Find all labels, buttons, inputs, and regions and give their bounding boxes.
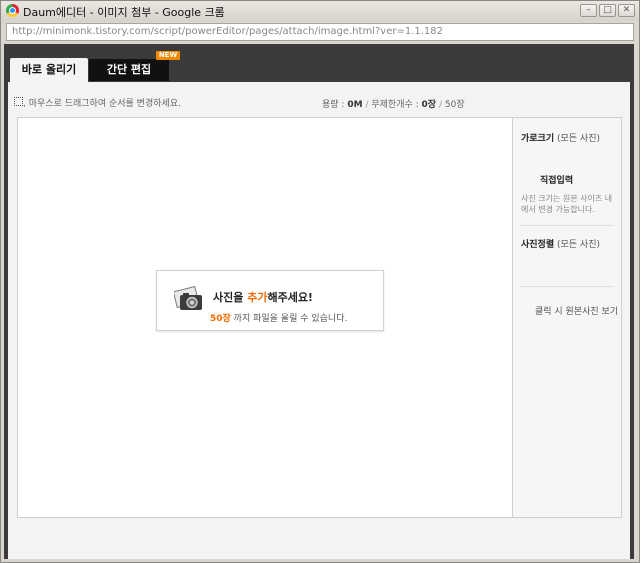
add-photo-title: 사진을 추가해주세요! (213, 289, 313, 305)
tab-upload[interactable]: 바로 올리기 (10, 58, 88, 82)
maximize-button[interactable]: □ (599, 4, 616, 17)
minimize-button[interactable]: – (580, 4, 597, 17)
divider (520, 225, 613, 226)
drag-icon (14, 97, 23, 106)
direct-input-button[interactable]: 직접입력 (540, 173, 573, 186)
limit-text: 까지 파일을 올릴 수 있습니다. (230, 314, 348, 324)
upload-status: 용량 : 0M / 무제한개수 : 0장 / 50장 (322, 97, 465, 110)
limit-highlight: 50장 (210, 314, 231, 324)
url-text: http://minimonk.tistory.com/script/power… (12, 26, 444, 37)
window-title: Daum에디터 - 이미지 첨부 - Google 크롬 (23, 6, 225, 19)
separator: / (365, 100, 369, 110)
capacity-value: 0M (347, 100, 363, 110)
width-label: 가로크기 (521, 134, 555, 144)
address-bar[interactable]: http://minimonk.tistory.com/script/power… (6, 23, 634, 41)
click-original-option[interactable]: 클릭 시 원본사진 보기 (535, 304, 618, 317)
chrome-icon (6, 4, 19, 17)
drag-hint: 마우스로 드래그하여 순서를 변경하세요. (23, 96, 181, 109)
align-scope: (모든 사진) (557, 240, 601, 250)
width-option[interactable]: 가로크기 (모든 사진) (521, 131, 600, 144)
title-bar[interactable]: Daum에디터 - 이미지 첨부 - Google 크롬 – □ ✕ (1, 1, 639, 21)
align-option[interactable]: 사진정렬 (모든 사진) (521, 237, 600, 250)
unlimited-text: 무제한 (371, 100, 397, 110)
width-scope: (모든 사진) (557, 134, 601, 144)
size-description: 사진 크기는 원본 사이즈 내에서 변경 가능합니다. (521, 194, 613, 214)
new-badge: NEW (156, 51, 180, 60)
align-label: 사진정렬 (521, 240, 555, 250)
capacity-label: 용량 : (322, 100, 345, 110)
count-label: 개수 : (396, 100, 419, 110)
separator: / (438, 100, 443, 110)
title-highlight: 추가 (247, 291, 268, 304)
close-button[interactable]: ✕ (618, 4, 635, 17)
divider (520, 286, 613, 287)
tab-simple-edit[interactable]: 간단 편집 (89, 59, 169, 81)
title-text: 해주세요! (267, 291, 313, 304)
options-sidebar: 가로크기 (모든 사진) 직접입력 사진 크기는 원본 사이즈 내에서 변경 가… (512, 117, 622, 518)
count-max: 50장 (444, 100, 465, 110)
camera-icon (174, 286, 202, 310)
add-photo-limit: 50장 까지 파일을 올릴 수 있습니다. (210, 311, 347, 324)
add-photo-box[interactable]: 사진을 추가해주세요! 50장 까지 파일을 올릴 수 있습니다. (156, 270, 384, 331)
count-value: 0장 (421, 100, 437, 110)
title-text: 사진을 (213, 291, 248, 304)
